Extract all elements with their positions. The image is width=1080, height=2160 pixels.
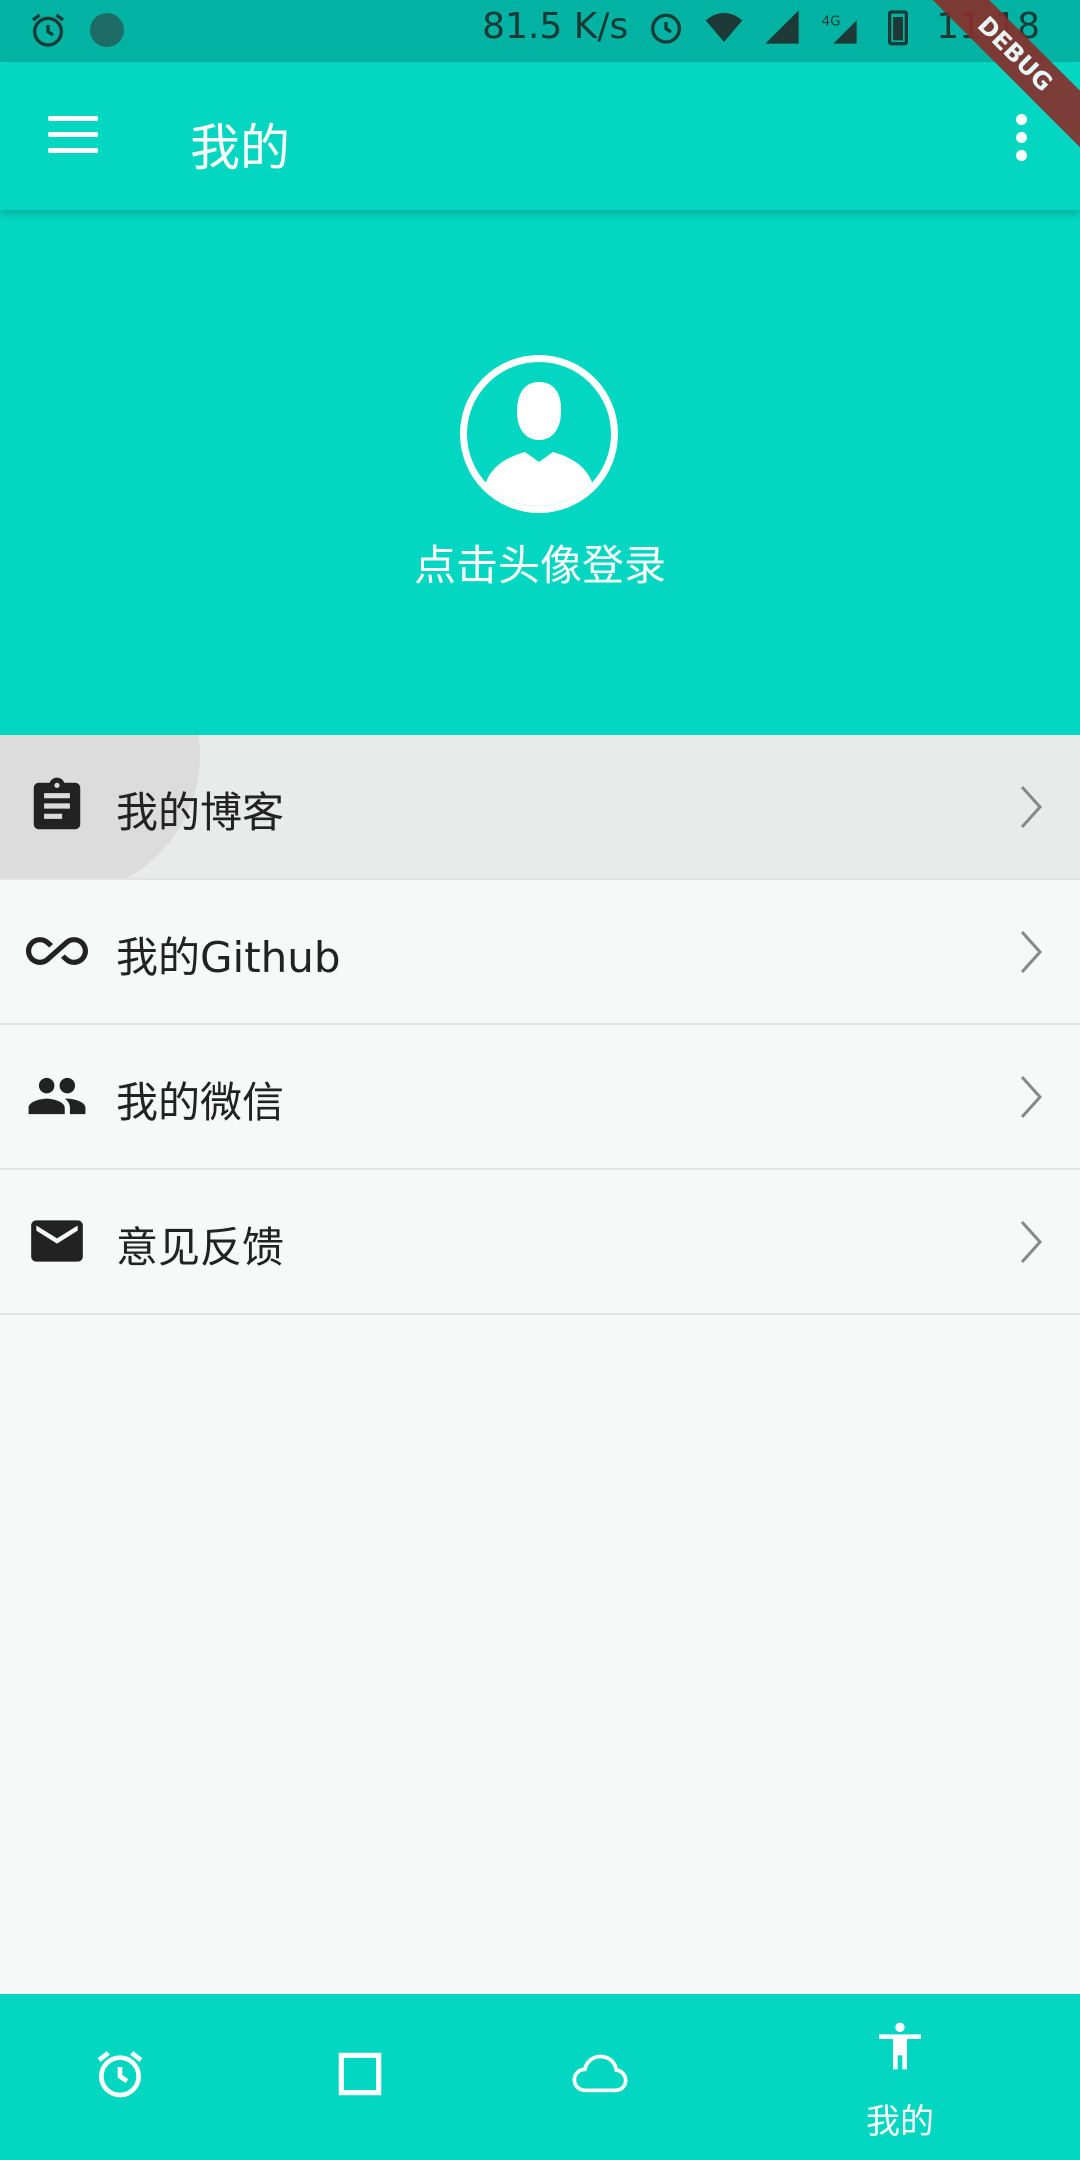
app-bar: 我的 [0,62,1080,210]
cloud-icon [572,2054,628,2093]
accessibility-icon [879,2022,921,2070]
list-item-blog[interactable]: 我的博客 [0,735,1080,880]
nav-item-label: 我的 [866,2102,934,2142]
profile-header: 点击头像登录 [0,210,1080,735]
login-prompt[interactable]: 点击头像登录 [0,532,1080,593]
chevron-right-icon [1020,785,1043,829]
signal-icon [765,9,799,44]
alarm-icon [32,13,64,47]
nav-item-square[interactable] [240,1994,480,2160]
notification-dot-icon [90,13,124,47]
list-item-label: 我的Github [116,933,341,982]
menu-list: 我的博客 我的Github 我的微信 意见反馈 [0,735,1080,1315]
alarm-icon [97,2051,143,2098]
network-speed: 81.5 K/s [482,6,629,47]
list-item-label: 我的微信 [116,1078,285,1127]
page-title: 我的 [190,119,290,177]
hamburger-menu-icon[interactable] [48,116,98,156]
list-item-label: 意见反馈 [116,1223,285,1272]
svg-text:4G: 4G [822,14,841,29]
list-item-feedback[interactable]: 意见反馈 [0,1170,1080,1315]
chevron-right-icon [1020,1075,1043,1119]
more-vert-icon[interactable] [1016,114,1030,168]
alarm-icon [651,13,682,44]
nav-item-alarm[interactable] [0,1994,240,2160]
chevron-right-icon [1020,930,1043,974]
person-avatar-icon[interactable] [460,355,618,513]
chevron-right-icon [1020,1220,1043,1264]
people-icon [28,1077,86,1115]
status-bar: 81.5 K/s 4G 11:18 [0,0,1080,62]
signal-4g-icon: 4G [822,14,857,44]
list-item-github[interactable]: 我的Github [0,880,1080,1025]
wifi-icon [705,12,743,42]
assignment-icon [33,777,81,830]
bottom-navigation: 我的 [0,1994,1080,2160]
battery-icon [888,9,909,45]
mail-icon [31,1220,83,1262]
square-icon [338,2052,382,2096]
nav-item-mine[interactable]: 我的 [780,1994,1020,2160]
infinity-icon [26,937,88,965]
list-item-wechat[interactable]: 我的微信 [0,1025,1080,1170]
nav-item-cloud[interactable] [480,1994,720,2160]
list-item-label: 我的博客 [116,788,285,837]
